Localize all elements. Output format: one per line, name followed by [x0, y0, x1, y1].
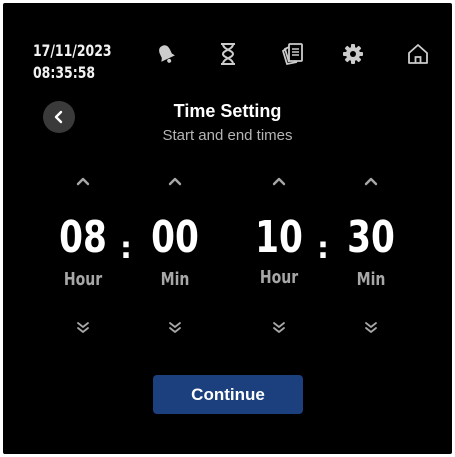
continue-button[interactable]: Continue	[153, 375, 303, 414]
chevron-up-icon	[272, 177, 286, 186]
page-subtitle: Start and end times	[162, 127, 293, 144]
end-minute-decrement[interactable]	[336, 317, 406, 337]
status-datetime: 17/11/2023 08:35:58	[33, 40, 112, 84]
start-hour-label: Hour	[63, 269, 103, 290]
gear-icon[interactable]	[338, 39, 368, 69]
start-hour-value: 08	[59, 212, 107, 263]
double-chevron-down-icon	[273, 322, 285, 333]
status-date: 17/11/2023	[33, 41, 112, 60]
chevron-up-icon	[168, 177, 182, 186]
end-minute-increment[interactable]	[336, 171, 406, 191]
start-time-separator: :	[120, 231, 132, 266]
page-title: Time Setting	[173, 101, 282, 121]
end-hour-decrement[interactable]	[244, 317, 314, 337]
double-chevron-down-icon	[169, 322, 181, 333]
double-chevron-down-icon	[365, 322, 377, 333]
chevron-up-icon	[364, 177, 378, 186]
end-hour-label: Hour	[259, 267, 299, 288]
bell-icon[interactable]	[151, 39, 181, 69]
start-hour-decrement[interactable]	[48, 317, 118, 337]
end-hour-increment[interactable]	[244, 171, 314, 191]
end-minute-picker: 30 Min	[336, 171, 406, 337]
end-time-separator: :	[317, 231, 329, 266]
start-minute-label: Min	[160, 269, 190, 290]
status-time: 08:35:58	[33, 63, 96, 82]
chevron-up-icon	[76, 177, 90, 186]
end-hour-value: 10	[255, 212, 303, 263]
device-screen: 17/11/2023 08:35:58 Time Setting Start a…	[3, 3, 452, 454]
documents-icon[interactable]	[278, 39, 308, 69]
start-hour-picker: 08 Hour	[48, 171, 118, 337]
hourglass-icon[interactable]	[213, 39, 243, 69]
double-chevron-down-icon	[77, 322, 89, 333]
end-hour-picker: 10 Hour	[244, 171, 314, 337]
home-icon[interactable]	[403, 39, 433, 69]
start-minute-increment[interactable]	[140, 171, 210, 191]
end-minute-label: Min	[356, 269, 386, 290]
end-minute-value: 30	[347, 212, 395, 263]
start-minute-decrement[interactable]	[140, 317, 210, 337]
start-minute-value: 00	[151, 212, 199, 263]
start-minute-picker: 00 Min	[140, 171, 210, 337]
start-hour-increment[interactable]	[48, 171, 118, 191]
